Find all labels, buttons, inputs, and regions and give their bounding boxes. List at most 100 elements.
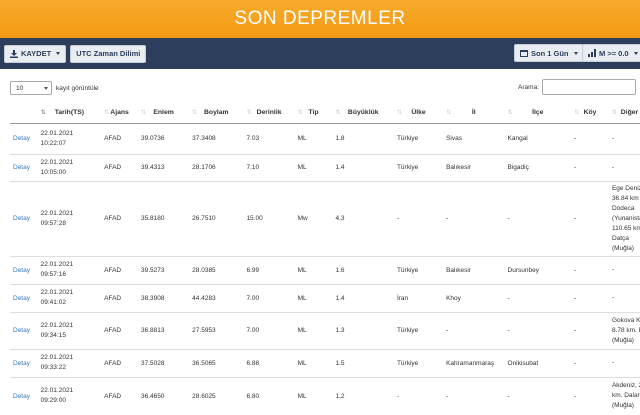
detail-link[interactable]: Detay [10, 376, 38, 415]
table-cell: - [443, 311, 505, 349]
table-cell: Dursunbey [504, 255, 572, 284]
table-cell: - [504, 311, 572, 349]
table-controls: 10 kayıt görüntüle Arama: [0, 79, 640, 103]
column-header[interactable]: ⇅ Derinlik [243, 103, 295, 124]
column-header[interactable]: ⇅ Ülke [393, 103, 444, 124]
table-cell: AFAD [101, 153, 138, 181]
column-header[interactable] [10, 103, 38, 124]
table-cell: 1.3 [332, 311, 394, 349]
table-cell: Gokova Ko 8.78 km. D (Muğla) [608, 311, 640, 349]
utc-timezone-button[interactable]: UTC Zaman Dilimi [70, 44, 147, 63]
time-range-button[interactable]: Son 1 Gün [514, 44, 584, 62]
column-header[interactable]: ⇅ Büyüklük [332, 103, 394, 124]
table-cell: Balıkesir [443, 153, 505, 181]
search-input[interactable] [542, 79, 636, 95]
table-cell: 6.80 [243, 376, 295, 415]
table-cell: Onikisubat [504, 348, 572, 377]
sort-icon: ⇅ [335, 110, 341, 116]
table-row: Detay 22.01.2021 10:05:00 AFAD 39.4313 28.170… [10, 153, 640, 181]
table-cell: 22.01.2021 09:33:22 [37, 348, 102, 377]
detail-link[interactable]: Detay [10, 122, 38, 154]
table-cell: 15.00 [243, 180, 295, 256]
table-cell: 44.4283 [189, 283, 244, 312]
table-cell: Türkiye [393, 311, 444, 349]
table-cell: Khoy [443, 283, 505, 312]
column-header-label: Ülke [411, 109, 426, 117]
table-cell: 27.5953 [189, 311, 244, 349]
table-row: Detay 22.01.2021 10:22:07 AFAD 39.0736 37.340… [10, 122, 640, 154]
column-header[interactable]: ⇅ İlçe [504, 103, 572, 124]
table-cell: ML [294, 348, 333, 377]
column-header-label: Tarih(TS) [54, 109, 85, 117]
chevron-down-icon [573, 51, 578, 55]
column-header-label: Köy [583, 109, 597, 117]
column-header[interactable]: ⇅ Boylam [189, 103, 244, 124]
table-cell: ML [294, 376, 333, 415]
sort-icon: ⇅ [140, 110, 147, 116]
table-cell: ML [294, 311, 333, 349]
table-cell: 7.00 [243, 283, 295, 312]
magnitude-filter-button[interactable]: M >= 0.0 [582, 44, 640, 62]
table-row: Detay 22.01.2021 09:57:16 AFAD 39.5273 28.038… [10, 255, 640, 284]
table-row: Detay 22.01.2021 09:29:00 AFAD 36.4650 28.602… [10, 376, 640, 415]
table-cell: Türkiye [393, 348, 444, 377]
column-header[interactable]: ⇅ Tip [294, 103, 333, 124]
table-cell: Ege Denizi, 36.84 km Dodeca (Yunanistan)… [608, 180, 640, 256]
sort-icon: ⇅ [611, 110, 617, 116]
page-length-select[interactable]: 10 [10, 81, 52, 95]
table-cell: Bigadiç [504, 153, 572, 181]
table-cell: - [608, 348, 640, 377]
sort-icon: ⇅ [104, 110, 110, 116]
magnitude-filter-label: M >= 0.0 [599, 48, 629, 58]
table-cell: - [608, 255, 640, 284]
utc-timezone-label: UTC Zaman Dilimi [76, 49, 141, 58]
table-cell: 1.4 [332, 283, 394, 312]
column-header[interactable]: ⇅ Enlem [137, 103, 190, 124]
table-cell: 1.4 [332, 153, 394, 181]
column-header[interactable]: ⇅ Ajans [101, 103, 138, 124]
sort-icon: ⇅ [192, 110, 198, 116]
save-button[interactable]: KAYDET [4, 44, 67, 63]
toolbar: KAYDET UTC Zaman Dilimi Son 1 Gün M >= 0… [0, 38, 640, 69]
table-cell: - [608, 122, 640, 154]
detail-link[interactable]: Detay [10, 153, 38, 181]
column-header-label: İlçe [532, 109, 544, 117]
table-cell: - [443, 180, 505, 256]
detail-link[interactable]: Detay [10, 283, 38, 312]
column-header[interactable]: ⇅ Köy [571, 103, 609, 124]
table-cell: 22.01.2021 10:05:00 [37, 153, 102, 181]
table-cell: 6.99 [243, 255, 295, 284]
detail-link[interactable]: Detay [10, 311, 38, 349]
column-header[interactable]: ⇅ İl [443, 103, 505, 124]
table-cell: ML [294, 122, 333, 154]
detail-link[interactable]: Detay [10, 348, 38, 377]
table-cell: 37.5028 [137, 348, 190, 377]
table-cell: - [608, 153, 640, 181]
table-cell: Sivas [443, 122, 505, 154]
table-cell: 37.3408 [189, 122, 244, 154]
page-length-value: 10 [16, 84, 24, 92]
table-cell: 22.01.2021 09:29:00 [37, 376, 102, 415]
detail-link[interactable]: Detay [10, 180, 38, 256]
table-cell: - [504, 376, 572, 415]
table-cell: 26.7510 [189, 180, 244, 256]
table-cell: - [571, 122, 609, 154]
table-cell: Kangal [504, 122, 572, 154]
table-cell: 28.1706 [189, 153, 244, 181]
earthquake-table: ⇅ Tarih(TS) ⇅ Ajans ⇅ Enlem ⇅ Boylam ⇅ Derinlik ⇅ T… [10, 103, 640, 415]
table-cell: 35.8180 [137, 180, 190, 256]
time-range-label: Son 1 Gün [531, 48, 569, 58]
table-cell: 36.8813 [137, 311, 190, 349]
column-header[interactable]: ⇅ Diğer [608, 103, 640, 124]
column-header[interactable]: ⇅ Tarih(TS) [37, 103, 102, 124]
search-label: Arama: [518, 83, 539, 91]
table-cell: 1.2 [332, 376, 394, 415]
table-cell: 7.10 [243, 153, 295, 181]
sort-icon: ⇅ [446, 110, 452, 116]
table-cell: 22.01.2021 09:57:16 [37, 255, 102, 284]
detail-link[interactable]: Detay [10, 255, 38, 284]
save-button-label: KAYDET [21, 49, 52, 58]
chevron-down-icon [633, 51, 638, 55]
chevron-down-icon [56, 52, 61, 55]
sort-icon: ⇅ [40, 110, 46, 116]
